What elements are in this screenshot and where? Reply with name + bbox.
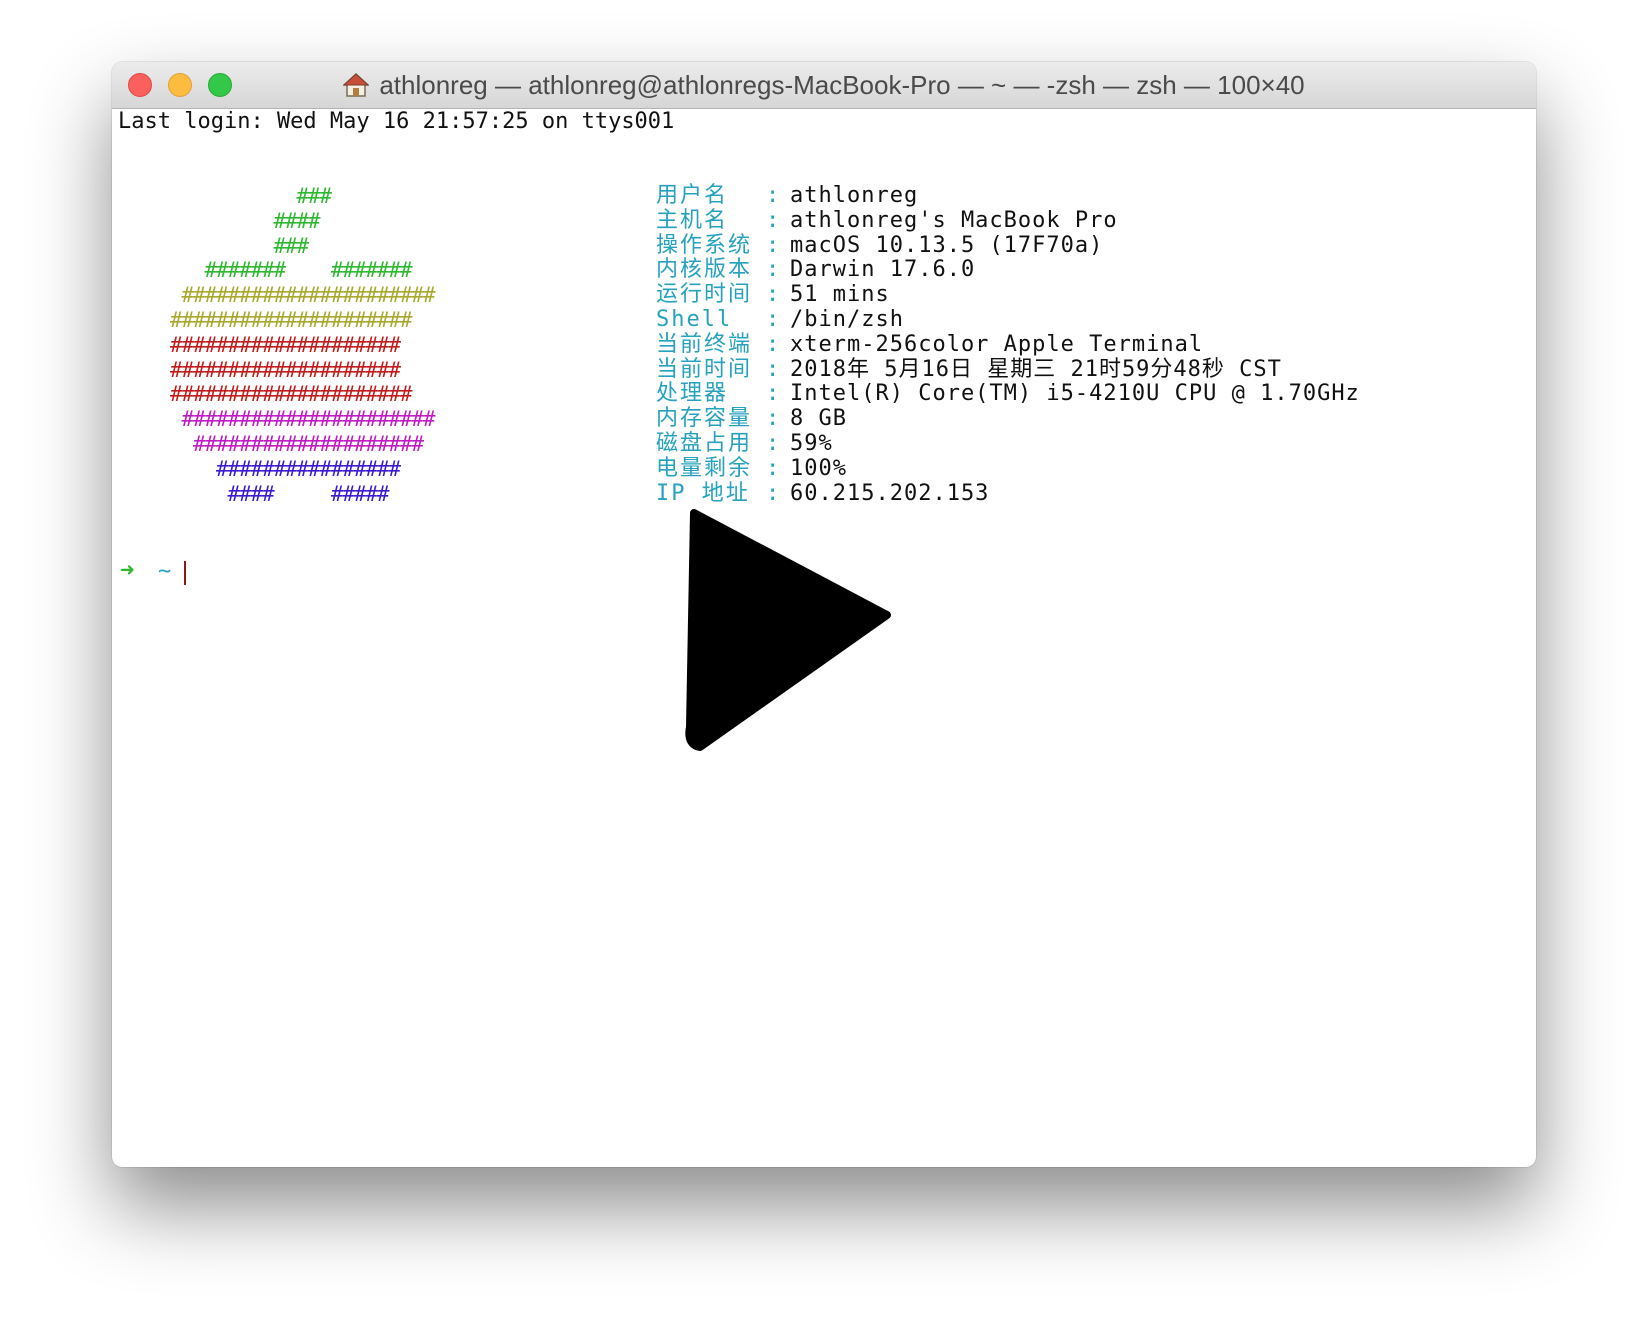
info-label: Shell [656,307,733,332]
ascii-art-line: #### [170,208,320,233]
terminal-content[interactable]: Last login: Wed May 16 21:57:25 on ttys0… [112,109,1536,1167]
info-label: 运行时间 [656,282,753,308]
info-label: 内存容量 [656,406,753,432]
info-value: athlonreg [790,183,919,208]
info-value: athlonreg's MacBook Pro [790,207,1118,233]
ascii-art-line: ##################### [170,382,413,407]
ascii-art-line: ### [170,233,309,258]
ascii-art-line: #### ##### [170,481,389,506]
info-value: 8 GB [790,406,847,432]
info-colon: : [766,455,780,481]
info-colon: : [766,356,780,382]
info-value: macOS 10.13.5 (17F70a) [790,232,1104,258]
ascii-art-line: #################### [170,357,401,382]
ascii-art-line: ###################### [170,283,435,308]
info-label: 当前终端 [656,331,753,357]
ascii-art-line: ####### ####### [170,258,412,283]
info-value: 59% [790,431,833,456]
info-value: 60.215.202.153 [790,480,990,506]
info-label: 当前时间 [656,356,753,382]
ascii-art-line: ################ [170,456,401,481]
ascii-art-line: #################### [170,332,401,357]
info-colon: : [766,183,780,208]
ascii-art-line: #################### [170,432,424,456]
info-colon: : [766,331,780,357]
info-label: 处理器 [656,381,729,407]
ascii-art-line: ###################### [170,407,435,432]
info-label: 磁盘占用 [656,431,753,456]
info-value: Darwin 17.6.0 [790,257,976,283]
info-colon: : [766,307,780,332]
prompt-arrow-icon: ➜ [120,556,135,584]
info-colon: : [766,207,780,233]
last-login-line: Last login: Wed May 16 21:57:25 on ttys0… [118,109,675,134]
play-icon[interactable] [682,505,892,751]
window-title: athlonreg — athlonreg@athlonregs-MacBook… [379,69,1305,100]
info-colon: : [766,480,780,506]
ascii-art-line: ##################### [170,308,413,332]
info-label: IP 地址 [656,480,750,506]
info-label: 电量剩余 [656,455,753,481]
info-value: 51 mins [790,282,890,308]
info-label: 操作系统 [656,232,753,258]
info-label: 主机名 [656,207,729,233]
info-value: 2018年 5月16日 星期三 21时59分48秒 CST [790,356,1282,382]
info-value: /bin/zsh [790,307,904,332]
info-colon: : [766,406,780,432]
info-colon: : [766,282,780,308]
info-colon: : [766,257,780,283]
text-cursor [184,561,186,585]
home-icon [343,72,370,97]
prompt-directory: ~ [158,559,172,584]
info-colon: : [766,381,780,407]
info-label: 用户名 [656,183,729,208]
info-label: 内核版本 [656,257,753,283]
ascii-art-line: ### [170,184,332,208]
info-colon: : [766,232,780,258]
info-value: xterm-256color Apple Terminal [790,331,1204,357]
window-title-area: athlonreg — athlonreg@athlonregs-MacBook… [112,62,1536,108]
info-value: 100% [790,455,847,481]
terminal-window: athlonreg — athlonreg@athlonregs-MacBook… [112,62,1536,1167]
title-bar[interactable]: athlonreg — athlonreg@athlonregs-MacBook… [112,62,1536,109]
info-value: Intel(R) Core(TM) i5-4210U CPU @ 1.70GHz [790,381,1360,407]
info-colon: : [766,431,780,456]
